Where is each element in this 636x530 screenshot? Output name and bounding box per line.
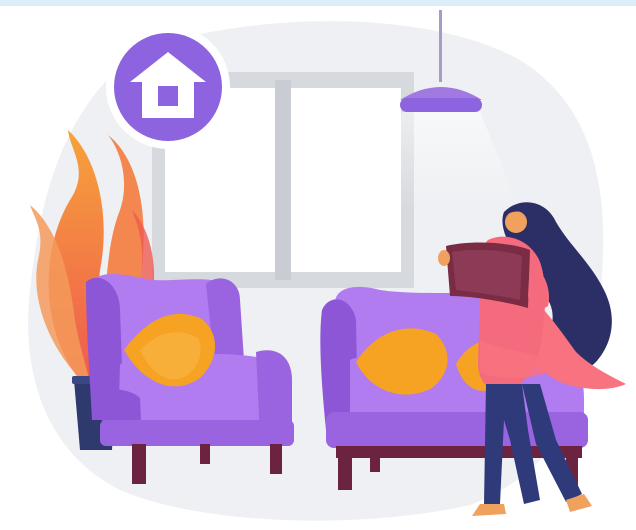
smart-home-illustration <box>0 0 636 530</box>
head <box>505 211 527 233</box>
home-badge <box>106 25 230 149</box>
top-bar <box>0 0 636 6</box>
